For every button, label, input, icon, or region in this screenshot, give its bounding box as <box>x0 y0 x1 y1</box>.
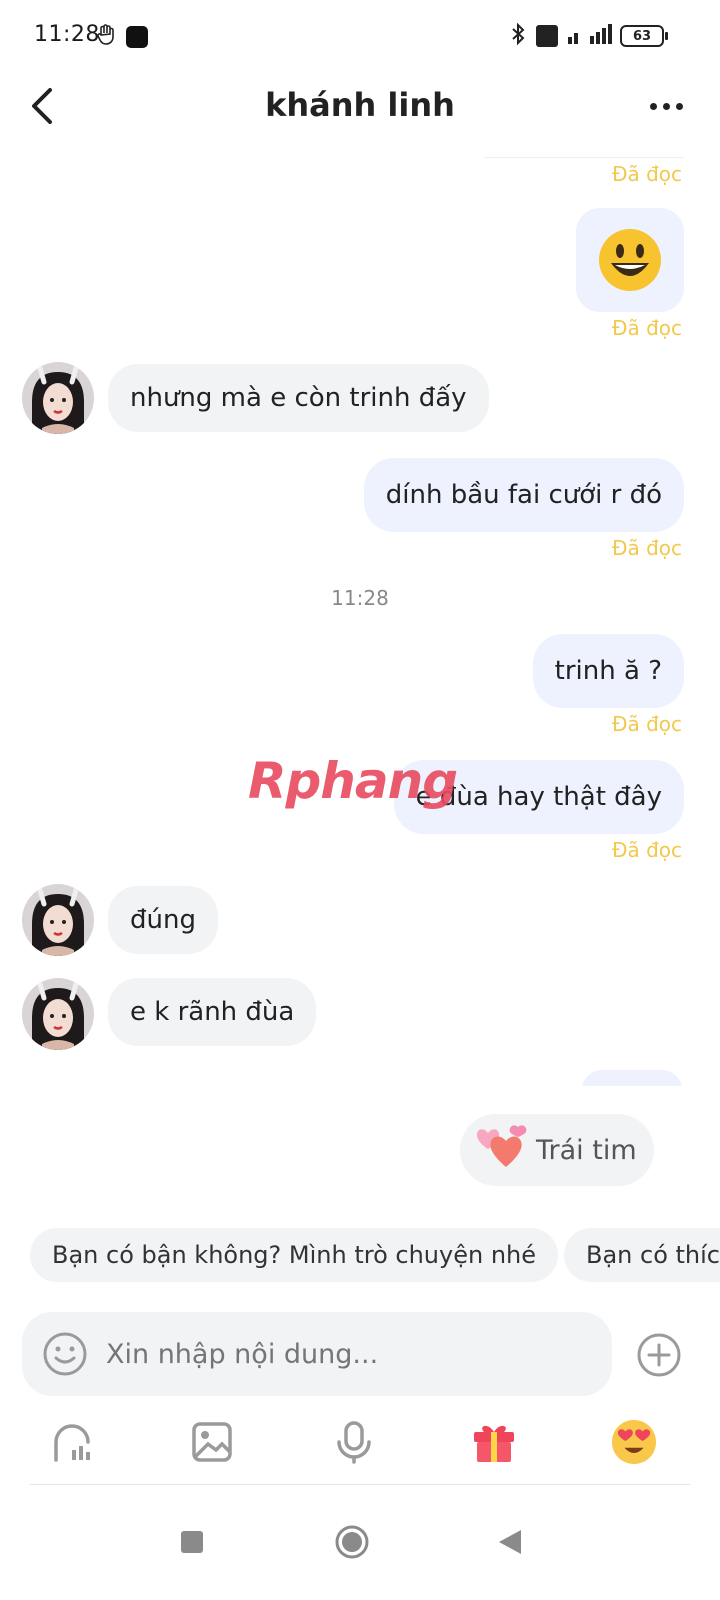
volte-icon <box>536 25 558 47</box>
dot <box>662 102 670 110</box>
partial-bubble-bottom <box>582 1070 682 1086</box>
watermark-logo: Rphang <box>248 752 458 810</box>
message-bubble-in[interactable]: e k rãnh đùa <box>108 978 317 1046</box>
plus-circle-icon <box>637 1333 681 1377</box>
app-icon <box>126 26 148 48</box>
suggestion-bar[interactable]: Bạn có bận không? Mình trò chuyện nhé Bạ… <box>0 1228 720 1282</box>
circle-icon <box>335 1525 369 1559</box>
home-button[interactable] <box>332 1522 372 1562</box>
composer-toolbar <box>0 1410 720 1474</box>
message-list[interactable]: Đã đọc Đã đọc nhưng mà e còn trinh đấy d… <box>0 142 720 1086</box>
image-button[interactable] <box>188 1418 236 1466</box>
partial-bubble-top <box>484 142 684 158</box>
battery-indicator: 63 <box>620 25 668 47</box>
back-nav-button[interactable] <box>490 1522 530 1562</box>
suggestion-chip[interactable]: Bạn có thíc <box>564 1228 720 1282</box>
read-status: Đã đọc <box>611 536 682 560</box>
analytics-icon <box>54 1424 90 1462</box>
read-status: Đã đọc <box>611 712 682 736</box>
message-input[interactable] <box>106 1338 566 1370</box>
message-timestamp: 11:28 <box>331 586 389 610</box>
recents-button[interactable] <box>172 1522 212 1562</box>
message-bubble-out[interactable]: trinh ă ? <box>532 634 684 708</box>
emoji-button[interactable] <box>42 1331 88 1377</box>
more-options-button[interactable] <box>636 86 696 126</box>
hand-icon <box>96 24 116 50</box>
square-icon <box>181 1531 203 1553</box>
contact-avatar[interactable] <box>22 978 94 1050</box>
gift-icon <box>474 1425 514 1462</box>
suggestion-chip[interactable]: Bạn có bận không? Mình trò chuyện nhé <box>30 1228 559 1282</box>
dot <box>649 102 657 110</box>
emoji-sticker-button[interactable] <box>610 1418 658 1466</box>
message-bubble-in[interactable]: đúng <box>108 886 218 954</box>
bluetooth-icon <box>508 22 528 50</box>
read-status: Đã đọc <box>611 316 682 340</box>
heart-chip-label: Trái tim <box>536 1134 637 1166</box>
read-status: Đã đọc <box>611 162 682 186</box>
hearts-icon <box>474 1123 528 1178</box>
message-bubble-in[interactable]: nhưng mà e còn trinh đấy <box>108 364 489 432</box>
contact-avatar[interactable] <box>22 362 94 434</box>
image-icon <box>192 1422 232 1462</box>
system-navigation-bar <box>0 1496 720 1600</box>
signal-icon <box>566 22 612 50</box>
triangle-back-icon <box>499 1530 521 1554</box>
message-composer <box>22 1312 612 1396</box>
dot <box>675 102 683 110</box>
read-status: Đã đọc <box>611 838 682 862</box>
smiley-icon <box>43 1332 87 1376</box>
smiley-emoji-icon <box>599 229 661 291</box>
message-bubble-out[interactable] <box>576 208 684 312</box>
status-bar: 11:28 63 <box>0 0 720 72</box>
analytics-button[interactable] <box>48 1418 96 1466</box>
heart-eyes-emoji-icon <box>611 1419 657 1465</box>
chat-header: khánh linh <box>0 72 720 142</box>
microphone-icon <box>337 1421 371 1464</box>
voice-button[interactable] <box>330 1418 378 1466</box>
divider <box>30 1484 690 1485</box>
add-attachment-button[interactable] <box>636 1332 682 1378</box>
contact-name: khánh linh <box>265 86 455 124</box>
contact-avatar[interactable] <box>22 884 94 956</box>
gift-button[interactable] <box>470 1418 518 1466</box>
message-bubble-out[interactable]: dính bầu fai cưới r đó <box>363 458 684 532</box>
heart-reaction-chip[interactable]: Trái tim <box>460 1114 654 1186</box>
status-time: 11:28 <box>34 22 100 47</box>
